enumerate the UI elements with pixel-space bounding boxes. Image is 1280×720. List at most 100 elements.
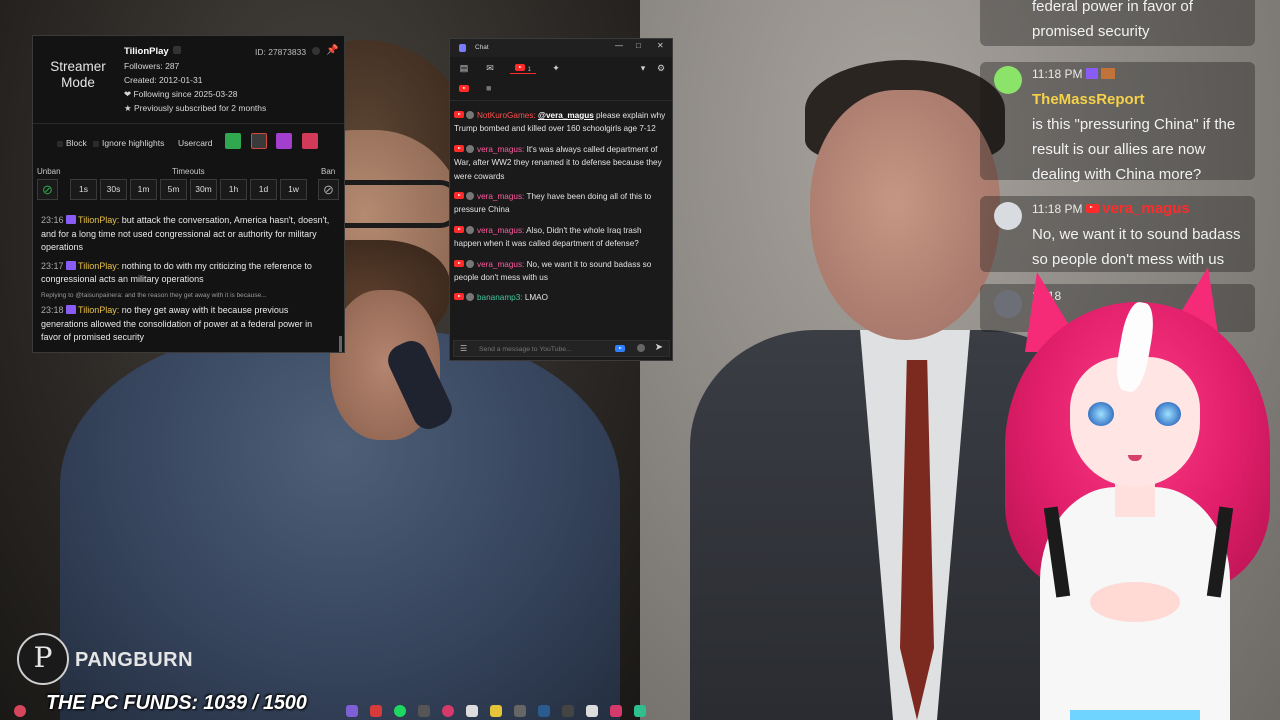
taskbar-app-icon[interactable]: [610, 705, 622, 717]
unban-button[interactable]: ⊘: [37, 179, 58, 200]
gear-icon[interactable]: ⚙: [655, 62, 667, 74]
badge-icon: [1101, 68, 1116, 79]
vtuber-skirt: [1070, 710, 1200, 720]
unmod-icon[interactable]: [251, 133, 267, 149]
chat-username[interactable]: vera_magus:: [477, 145, 524, 154]
avatar: [466, 293, 474, 302]
timeout-1d-button[interactable]: 1d: [250, 179, 277, 200]
refresh-icon[interactable]: [312, 47, 320, 55]
ignore-highlights-checkbox[interactable]: Ignore highlights: [93, 138, 164, 148]
add-tab-icon[interactable]: ✦: [550, 62, 562, 74]
usercard-id: ID: 27873833: [255, 47, 307, 57]
minimize-icon[interactable]: —: [615, 41, 623, 50]
avatar: [994, 66, 1022, 94]
logo-text: PANGBURN: [75, 649, 194, 671]
chat-username[interactable]: vera_magus:: [477, 260, 524, 269]
timeout-1h-button[interactable]: 1h: [220, 179, 247, 200]
emote-icon[interactable]: [637, 344, 645, 352]
timeout-30m-button[interactable]: 30m: [190, 179, 217, 200]
timeout-30s-button[interactable]: 30s: [100, 179, 127, 200]
avatar: [466, 144, 474, 153]
taskbar-app-icon[interactable]: [418, 705, 430, 717]
usercard-button[interactable]: Usercard: [178, 138, 212, 148]
star-icon: ★: [124, 103, 134, 113]
pin-icon[interactable]: 📌: [326, 45, 338, 56]
youtube-icon: [454, 293, 464, 301]
taskbar-app-icon[interactable]: [562, 705, 574, 717]
overlay-text: is this "pressuring China" if the result…: [1032, 116, 1236, 183]
vip-icon[interactable]: [276, 133, 292, 149]
chat-message-input[interactable]: [479, 343, 619, 355]
youtube-icon: [615, 345, 625, 354]
chat-message: NotKuroGames: @vera_magus please explain…: [454, 109, 670, 136]
taskbar-app-icon[interactable]: [442, 705, 454, 717]
log-username[interactable]: TilionPlay:: [78, 215, 119, 225]
taskbar-app-icon[interactable]: [466, 705, 478, 717]
chat-titlebar: Chat — □ ✕: [450, 39, 672, 57]
overlay-header: 11:18 PM: [1032, 62, 1255, 87]
vtuber-eye-right: [1155, 402, 1181, 426]
chat-messages: NotKuroGames: @vera_magus please explain…: [454, 109, 670, 312]
logo-emblem: P: [17, 633, 69, 685]
taskbar-app-icon[interactable]: [370, 705, 382, 717]
vtuber-avatar: [985, 262, 1280, 720]
youtube-subtab-icon[interactable]: [459, 85, 469, 94]
chat-list-icon[interactable]: ▤: [458, 62, 470, 74]
overlay-username: vera_magus: [1102, 200, 1190, 217]
whisper-icon[interactable]: ✉: [484, 62, 496, 74]
streamer-mode-label: Streamer Mode: [50, 59, 106, 90]
file-icon[interactable]: [586, 705, 598, 717]
pangburn-logo: P PANGBURN: [17, 633, 207, 685]
close-icon[interactable]: ✕: [657, 41, 664, 50]
chat-subtabs: ■: [450, 79, 672, 101]
usercard-username[interactable]: TilionPlay: [124, 46, 169, 57]
log-username[interactable]: TilionPlay:: [78, 261, 119, 271]
following-since: ❤ Following since 2025-03-28: [124, 89, 238, 99]
youtube-icon: [454, 144, 464, 152]
taskbar-app-icon[interactable]: [14, 705, 26, 717]
moderation-buttons: ⊘ 1s 30s 1m 5m 30m 1h 1d 1w ⊘: [33, 179, 344, 201]
youtube-icon: [1085, 204, 1099, 213]
menu-icon[interactable]: ☰: [460, 344, 467, 353]
overlay-username: TheMassReport: [1032, 91, 1145, 108]
mod-icon[interactable]: [225, 133, 241, 149]
video-subtab-icon[interactable]: ■: [486, 83, 491, 93]
timeouts-label: Timeouts: [172, 167, 205, 176]
ban-button[interactable]: ⊘: [318, 179, 339, 200]
log-line: 23:16 TilionPlay: but attack the convers…: [41, 215, 330, 252]
youtube-icon: [454, 192, 464, 200]
scrollbar[interactable]: [339, 336, 342, 352]
usercard-window: Streamer Mode TilionPlay ID: 27873833 📌 …: [32, 35, 345, 353]
usercard-header: Streamer Mode TilionPlay ID: 27873833 📌 …: [33, 36, 344, 124]
unban-label: Unban: [37, 167, 61, 176]
timeout-1s-button[interactable]: 1s: [70, 179, 97, 200]
filter-icon[interactable]: ▾: [637, 62, 649, 74]
send-icon[interactable]: ➤: [655, 342, 663, 353]
chat-username[interactable]: vera_magus:: [477, 192, 524, 201]
usercard-message-log: 23:16 TilionPlay: but attack the convers…: [41, 214, 331, 350]
avatar: [994, 202, 1022, 230]
chat-text: LMAO: [524, 293, 549, 303]
timeout-1m-button[interactable]: 1m: [130, 179, 157, 200]
timeout-1w-button[interactable]: 1w: [280, 179, 307, 200]
taskbar-app-icon[interactable]: [634, 705, 646, 717]
unvip-icon[interactable]: [302, 133, 318, 149]
log-username[interactable]: TilionPlay:: [78, 305, 119, 315]
chat-username[interactable]: bananamp3:: [477, 293, 523, 302]
spotify-icon[interactable]: [394, 705, 406, 717]
maximize-icon[interactable]: □: [636, 41, 641, 50]
timeout-5m-button[interactable]: 5m: [160, 179, 187, 200]
vtuber-cutout: [1090, 582, 1180, 622]
chat-username[interactable]: NotKuroGames:: [477, 111, 536, 120]
chat-username[interactable]: vera_magus:: [477, 226, 524, 235]
block-checkbox[interactable]: Block: [57, 138, 87, 148]
log-line: 23:18 TilionPlay: no they get away with …: [41, 305, 313, 342]
avatar: [466, 192, 474, 201]
chrome-icon[interactable]: [490, 705, 502, 717]
tab-youtube[interactable]: 1: [510, 62, 536, 74]
youtube-icon: [454, 225, 464, 233]
taskbar-app-icon[interactable]: [346, 705, 358, 717]
steam-icon[interactable]: [538, 705, 550, 717]
mention[interactable]: @vera_magus: [538, 111, 594, 120]
taskbar-app-icon[interactable]: [514, 705, 526, 717]
